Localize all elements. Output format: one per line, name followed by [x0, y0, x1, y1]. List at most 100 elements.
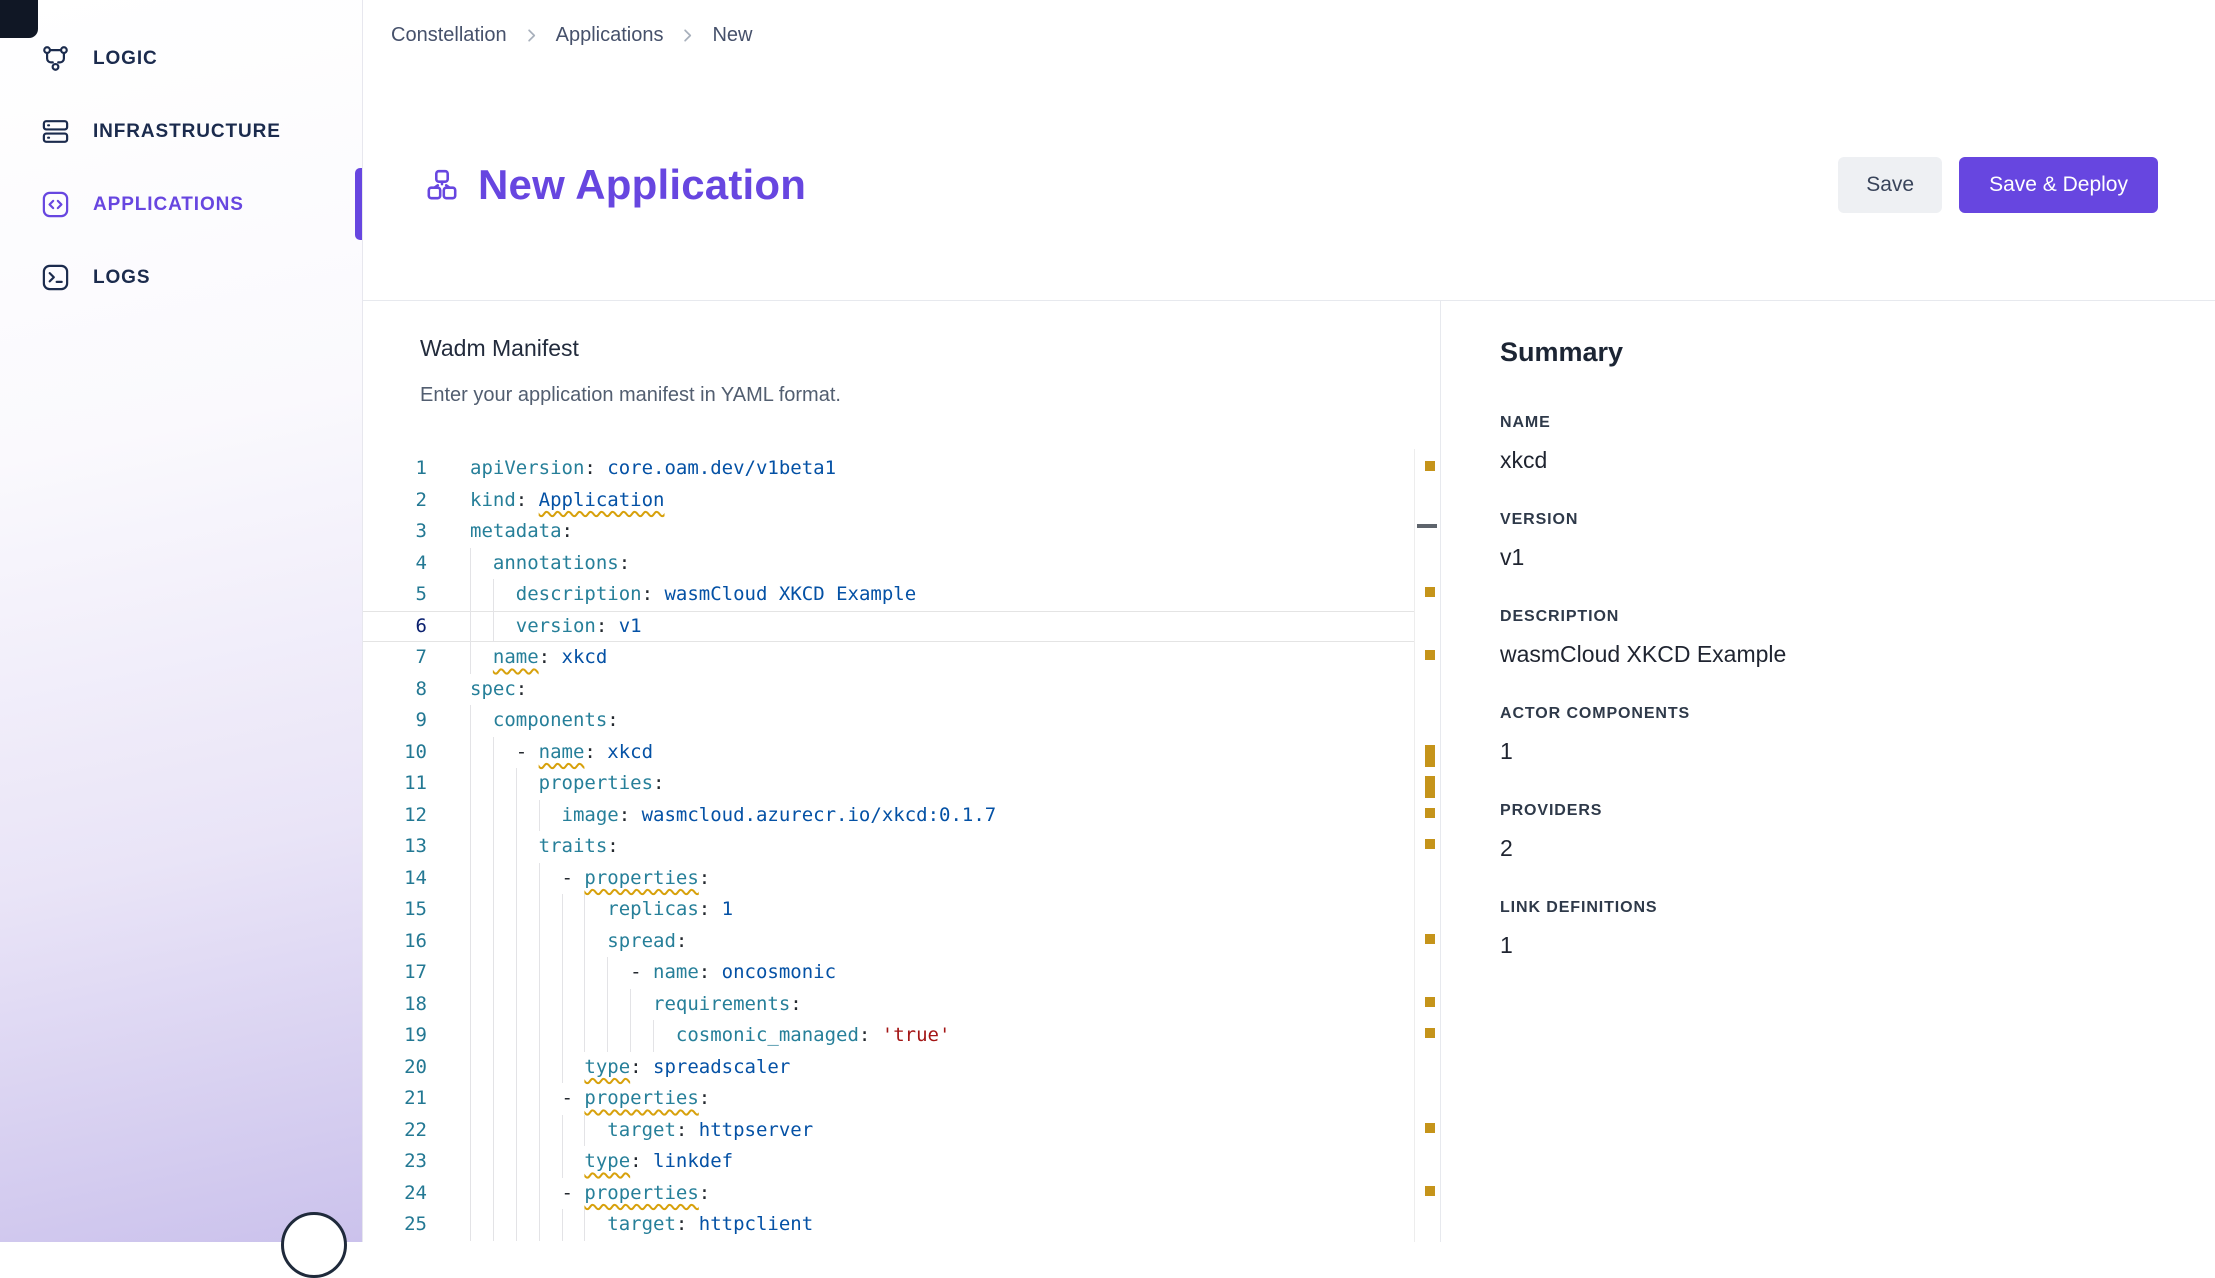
line-number: 25 — [363, 1209, 427, 1241]
indent-guide — [470, 926, 493, 958]
code-line[interactable]: 5description: wasmCloud XKCD Example — [363, 579, 1414, 611]
indent-guide — [493, 800, 516, 832]
code-line[interactable]: 19cosmonic_managed: 'true' — [363, 1020, 1414, 1052]
code-line[interactable]: 2kind: Application — [363, 485, 1414, 517]
indent-guide — [539, 1083, 562, 1115]
code-line[interactable]: 25target: httpclient — [363, 1209, 1414, 1241]
indent-guide — [470, 1146, 493, 1178]
infrastructure-icon — [40, 116, 71, 147]
code-line[interactable]: 7name: xkcd — [363, 642, 1414, 674]
code-line-content: replicas: 1 — [470, 894, 733, 926]
sidebar-item-logs[interactable]: LOGS — [0, 241, 362, 314]
code-line[interactable]: 23type: linkdef — [363, 1146, 1414, 1178]
code-line[interactable]: 6version: v1 — [363, 611, 1414, 643]
code-line-content: components: — [470, 705, 619, 737]
indent-guide — [470, 768, 493, 800]
summary-field: LINK DEFINITIONS 1 — [1500, 899, 2175, 959]
indent-guide — [562, 1209, 585, 1241]
summary-field-label: VERSION — [1500, 511, 2175, 529]
indent-guide — [584, 989, 607, 1021]
summary-field-value: xkcd — [1500, 447, 2175, 474]
indent-guide — [493, 579, 516, 611]
line-number: 20 — [363, 1052, 427, 1084]
indent-guide — [562, 1052, 585, 1084]
code-line-content: annotations: — [470, 548, 630, 580]
breadcrumb: Constellation Applications New — [363, 0, 2215, 70]
sidebar-item-logic[interactable]: LOGIC — [0, 22, 362, 95]
indent-guide — [539, 863, 562, 895]
code-line-content: kind: Application — [470, 485, 665, 517]
code-line[interactable]: 9components: — [363, 705, 1414, 737]
indent-guide — [539, 1115, 562, 1147]
summary-field-label: LINK DEFINITIONS — [1500, 899, 2175, 917]
line-number: 1 — [363, 453, 427, 485]
sidebar-item-infrastructure[interactable]: INFRASTRUCTURE — [0, 95, 362, 168]
indent-guide — [539, 957, 562, 989]
save-deploy-button[interactable]: Save & Deploy — [1959, 157, 2158, 213]
code-line[interactable]: 12image: wasmcloud.azurecr.io/xkcd:0.1.7 — [363, 800, 1414, 832]
code-line-content: - properties: — [470, 1083, 710, 1115]
summary-field: VERSIONv1 — [1500, 511, 2175, 571]
indent-guide — [470, 642, 493, 674]
code-line-content: properties: — [470, 768, 664, 800]
overview-ruler[interactable] — [1414, 449, 1440, 1242]
line-number: 24 — [363, 1178, 427, 1210]
code-line-content: name: xkcd — [470, 642, 607, 674]
app-root: LOGICINFRASTRUCTUREAPPLICATIONSLOGS Cons… — [0, 0, 2215, 1242]
indent-guide — [584, 957, 607, 989]
sidebar-item-applications[interactable]: APPLICATIONS — [0, 168, 362, 241]
manifest-panel: Wadm Manifest Enter your application man… — [363, 301, 1441, 1242]
code-line[interactable]: 22target: httpserver — [363, 1115, 1414, 1147]
indent-guide — [607, 989, 630, 1021]
code-line[interactable]: 18requirements: — [363, 989, 1414, 1021]
summary-field-value: 1 — [1500, 738, 2175, 765]
ruler-warning-marker — [1425, 1123, 1435, 1133]
summary-field-value: 1 — [1500, 932, 2175, 959]
title-wrap: New Application — [424, 161, 806, 209]
code-line[interactable]: 13traits: — [363, 831, 1414, 863]
indent-guide — [470, 894, 493, 926]
indent-guide — [630, 1020, 653, 1052]
indent-guide — [470, 611, 493, 643]
line-number: 10 — [363, 737, 427, 769]
indent-guide — [470, 1083, 493, 1115]
code-line[interactable]: 10- name: xkcd — [363, 737, 1414, 769]
summary-field-value: wasmCloud XKCD Example — [1500, 641, 2175, 668]
code-line[interactable]: 11properties: — [363, 768, 1414, 800]
code-line[interactable]: 8spec: — [363, 674, 1414, 706]
code-line[interactable]: 21- properties: — [363, 1083, 1414, 1115]
summary-field: DESCRIPTIONwasmCloud XKCD Example — [1500, 608, 2175, 668]
line-number: 16 — [363, 926, 427, 958]
help-button[interactable] — [281, 1212, 347, 1278]
code-line[interactable]: 15replicas: 1 — [363, 894, 1414, 926]
code-line[interactable]: 17 - name: oncosmonic — [363, 957, 1414, 989]
code-line-content: - name: oncosmonic — [470, 957, 836, 989]
code-line-content: image: wasmcloud.azurecr.io/xkcd:0.1.7 — [470, 800, 996, 832]
line-number: 17 — [363, 957, 427, 989]
indent-guide — [493, 1083, 516, 1115]
code-line[interactable]: 16spread: — [363, 926, 1414, 958]
summary-field-label: ACTOR COMPONENTS — [1500, 705, 2175, 723]
line-number: 19 — [363, 1020, 427, 1052]
code-line[interactable]: 24- properties: — [363, 1178, 1414, 1210]
sidebar-nav: LOGICINFRASTRUCTUREAPPLICATIONSLOGS — [0, 0, 362, 314]
indent-guide — [584, 926, 607, 958]
breadcrumb-item[interactable]: Applications — [556, 24, 664, 47]
line-number: 8 — [363, 674, 427, 706]
save-button[interactable]: Save — [1838, 157, 1942, 213]
page-title: New Application — [478, 161, 806, 209]
code-line[interactable]: 3metadata: — [363, 516, 1414, 548]
line-number: 5 — [363, 579, 427, 611]
code-line[interactable]: 4annotations: — [363, 548, 1414, 580]
breadcrumb-item[interactable]: New — [712, 24, 752, 47]
code-line[interactable]: 14- properties: — [363, 863, 1414, 895]
ruler-warning-marker — [1425, 997, 1435, 1007]
code-line[interactable]: 20type: spreadscaler — [363, 1052, 1414, 1084]
yaml-editor[interactable]: 1apiVersion: core.oam.dev/v1beta12kind: … — [363, 453, 1440, 1242]
indent-guide — [516, 989, 539, 1021]
ruler-warning-marker — [1425, 745, 1435, 767]
code-line[interactable]: 1apiVersion: core.oam.dev/v1beta1 — [363, 453, 1414, 485]
indent-guide — [539, 1052, 562, 1084]
breadcrumb-item[interactable]: Constellation — [391, 24, 507, 47]
indent-guide — [653, 1020, 676, 1052]
